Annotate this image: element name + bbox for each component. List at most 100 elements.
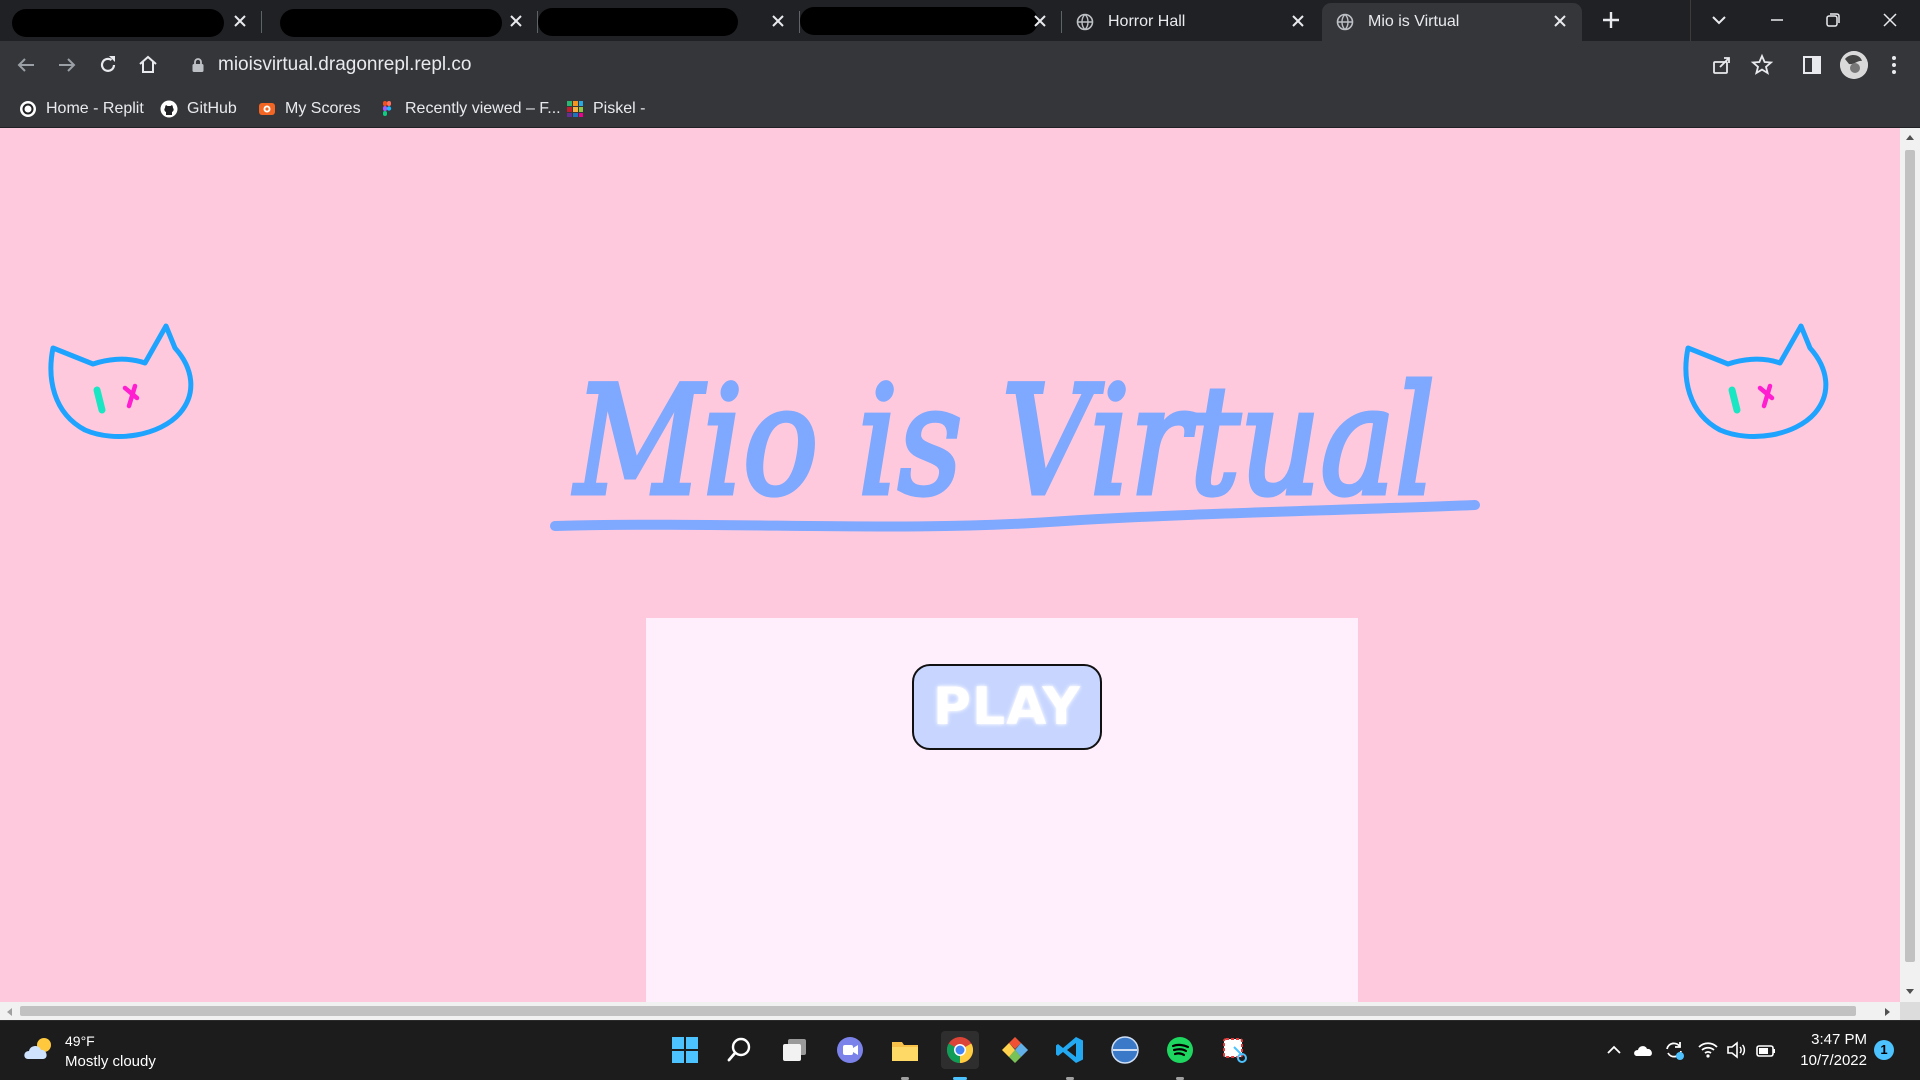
play-button[interactable]: PLAY: [912, 664, 1102, 750]
bookmark-home-replit[interactable]: Home - Replit: [19, 98, 144, 120]
tab-separator: [261, 11, 262, 33]
piskel-icon: [567, 101, 583, 117]
scrollbar-corner: [1900, 1002, 1920, 1020]
taskbar-search[interactable]: [721, 1031, 759, 1069]
reload-icon[interactable]: [96, 53, 120, 77]
globe-app-icon: [1111, 1036, 1139, 1064]
weather-cloud-icon[interactable]: [22, 1035, 58, 1063]
profile-avatar[interactable]: [1840, 51, 1868, 79]
redaction-mark: [538, 8, 738, 36]
wifi-icon[interactable]: [1697, 1039, 1719, 1061]
side-panel-icon[interactable]: [1800, 53, 1824, 77]
tab-search-chevron-icon[interactable]: [1707, 8, 1731, 32]
page-viewport: Mio is Virtual PLAY: [0, 128, 1900, 1002]
chat-icon: [837, 1037, 863, 1063]
tab-mio-is-virtual[interactable]: Mio is Virtual: [1322, 3, 1582, 41]
play-button-label: PLAY: [932, 677, 1082, 737]
figma-icon: [383, 101, 392, 116]
lock-icon[interactable]: [191, 57, 205, 73]
start-icon: [672, 1037, 698, 1063]
taskbar-globe-app[interactable]: [1106, 1031, 1144, 1069]
battery-icon[interactable]: [1755, 1039, 1777, 1061]
taskbar-snipping-tool[interactable]: [1216, 1031, 1254, 1069]
taskbar-vscode[interactable]: [1051, 1031, 1089, 1080]
close-icon[interactable]: [1552, 13, 1568, 29]
spotify-icon: [1167, 1037, 1193, 1063]
bookmark-my-scores[interactable]: My Scores: [258, 98, 361, 120]
restore-icon[interactable]: [1821, 8, 1845, 32]
redaction-mark: [280, 9, 502, 37]
scroll-up-arrow-icon[interactable]: [1905, 133, 1915, 141]
tab-redacted-3[interactable]: [538, 3, 800, 41]
close-icon[interactable]: [508, 13, 524, 29]
start-button[interactable]: [666, 1031, 704, 1069]
taskbar-chat[interactable]: [831, 1031, 869, 1069]
bookmark-github[interactable]: GitHub: [160, 98, 237, 120]
horizontal-scroll-thumb[interactable]: [20, 1006, 1856, 1016]
game-panel: PLAY: [646, 618, 1358, 1002]
chrome-icon: [946, 1037, 974, 1064]
close-icon[interactable]: [232, 13, 248, 29]
close-window-icon[interactable]: [1878, 8, 1902, 32]
scroll-left-arrow-icon[interactable]: [5, 1007, 13, 1017]
onedrive-cloud-icon[interactable]: [1633, 1039, 1655, 1061]
taskbar-git[interactable]: [996, 1031, 1034, 1069]
avatar-icon: [1840, 51, 1868, 79]
close-icon[interactable]: [770, 13, 786, 29]
kebab-menu-icon[interactable]: [1882, 53, 1906, 77]
tab-redacted-4[interactable]: [800, 3, 1062, 41]
bookmark-label: Piskel -: [593, 100, 646, 117]
taskbar-spotify[interactable]: [1161, 1031, 1199, 1080]
clock-time[interactable]: 3:47 PM: [1795, 1031, 1867, 1048]
globe-icon: [1076, 13, 1094, 31]
scroll-down-arrow-icon[interactable]: [1905, 988, 1915, 996]
home-icon[interactable]: [136, 53, 160, 77]
weather-temperature[interactable]: 49°F: [65, 1033, 95, 1049]
taskbar-file-explorer[interactable]: [886, 1031, 924, 1080]
page-title: Mio is Virtual: [550, 353, 1480, 532]
speaker-icon[interactable]: [1725, 1039, 1747, 1061]
tab-redacted-2[interactable]: [276, 3, 538, 41]
new-tab-plus-icon[interactable]: [1599, 8, 1623, 32]
divider: [1690, 0, 1691, 41]
forward-arrow-icon[interactable]: [55, 53, 79, 77]
scores-icon: [259, 103, 275, 115]
tab-strip: Horror Hall Mio is Virtual: [0, 0, 1920, 41]
title-text: Mio is Virtual: [572, 355, 1435, 529]
cat-face-icon: [1683, 323, 1829, 439]
chevron-up-icon[interactable]: [1603, 1039, 1625, 1061]
vertical-scrollbar[interactable]: [1900, 128, 1920, 1002]
taskbar-task-view[interactable]: [776, 1031, 814, 1069]
bookmark-star-icon[interactable]: [1750, 53, 1774, 77]
vertical-scroll-thumb[interactable]: [1905, 150, 1915, 962]
redaction-mark: [800, 7, 1038, 35]
snipping-tool-icon: [1223, 1038, 1247, 1063]
clock-date[interactable]: 10/7/2022: [1785, 1052, 1867, 1069]
address-bar-url[interactable]: mioisvirtual.dragonrepl.repl.co: [218, 54, 471, 76]
bookmark-label: Home - Replit: [46, 100, 144, 117]
github-icon: [160, 100, 178, 118]
share-icon[interactable]: [1710, 53, 1734, 77]
bookmarks-bar: Home - Replit GitHub My Scores Recently …: [0, 90, 1920, 128]
taskbar-chrome[interactable]: [941, 1031, 979, 1080]
notification-badge[interactable]: 1: [1874, 1040, 1894, 1060]
back-arrow-icon[interactable]: [14, 53, 38, 77]
horizontal-scrollbar[interactable]: [0, 1002, 1900, 1020]
sync-icon[interactable]: [1663, 1039, 1685, 1061]
bookmark-label: Recently viewed – F...: [405, 100, 561, 117]
bookmark-recently-viewed[interactable]: Recently viewed – F...: [378, 98, 561, 120]
close-icon[interactable]: [1290, 13, 1306, 29]
file-explorer-icon: [892, 1042, 918, 1061]
search-icon: [727, 1037, 751, 1062]
tab-redacted-1[interactable]: [0, 3, 262, 41]
git-icon: [1002, 1037, 1028, 1063]
scroll-right-arrow-icon[interactable]: [1884, 1007, 1892, 1017]
close-icon[interactable]: [1032, 13, 1048, 29]
weather-condition[interactable]: Mostly cloudy: [65, 1053, 156, 1070]
replit-icon: [20, 101, 36, 117]
tab-horror-hall[interactable]: Horror Hall: [1062, 3, 1320, 41]
minimize-icon[interactable]: [1765, 8, 1789, 32]
tab-title: Mio is Virtual: [1368, 13, 1460, 30]
bookmark-piskel[interactable]: Piskel -: [566, 98, 645, 120]
browser-toolbar: mioisvirtual.dragonrepl.repl.co: [0, 41, 1920, 90]
